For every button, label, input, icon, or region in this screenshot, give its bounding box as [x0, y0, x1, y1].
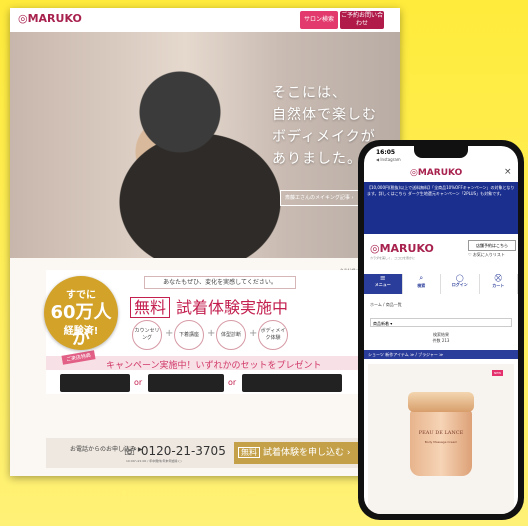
sort-select[interactable]: 商品新着 ▾	[370, 318, 512, 327]
phone-number-link[interactable]: ☏ 0120-21-3705	[122, 444, 226, 458]
breadcrumb[interactable]: ホーム / 商品一覧	[370, 302, 402, 308]
cart-icon: ⛒	[494, 274, 502, 282]
phone-screen: 16:05 ◀ Instagram ◎MARUKO × 【10,000円(税抜)…	[364, 146, 518, 514]
product-jar-lid	[408, 392, 474, 412]
site-header: ◎MARUKO サロン検索 ご予約お問い合わせ	[10, 8, 400, 32]
logo-tagline: カラダを美しく、ココロを豊かに	[370, 256, 416, 260]
store-reserve-button[interactable]: 店舗予約はこちら	[468, 240, 516, 251]
salon-search-button[interactable]: サロン検索	[300, 11, 338, 29]
or-label: or	[228, 378, 237, 387]
apply-trial-button[interactable]: 無料 試着体験を申し込む ›	[234, 442, 366, 464]
reserve-contact-button[interactable]: ご予約お問い合わせ	[340, 11, 384, 29]
gift-set-image	[60, 374, 130, 392]
step-counseling: カウンセリング	[132, 320, 162, 350]
nav-login[interactable]: ◯ ログイン	[441, 274, 480, 294]
product-card[interactable]: NEW PEAU DE LANCE Body Massage Cream	[368, 364, 514, 514]
search-icon: ⌕	[419, 274, 424, 282]
or-label: or	[134, 378, 143, 387]
close-icon[interactable]: ×	[504, 167, 512, 177]
new-badge: NEW	[492, 370, 504, 376]
step-body-check: 体型診断	[216, 320, 246, 350]
gift-set-image	[148, 374, 224, 392]
cta-footer: お電話からのお申し込み ▶ ☏ 0120-21-3705 10:00～21:00…	[46, 438, 386, 468]
product-brand: PEAU DE LANCE	[418, 430, 464, 436]
status-time: 16:05	[376, 149, 396, 156]
apply-trial-label: 試着体験を申し込む ›	[263, 448, 351, 458]
trial-heading: 無料 試着体験実施中	[130, 294, 288, 318]
back-to-app-link[interactable]: ◀ Instagram	[376, 157, 401, 162]
browser-tab-logo: ◎MARUKO	[410, 168, 463, 178]
experience-count-badge: すでに 60万人が 経験済!	[44, 276, 118, 350]
nav-search[interactable]: ⌕ 検索	[403, 274, 441, 294]
campaign-heading: キャンペーン実施中！いずれかのセットをプレゼント	[106, 361, 322, 371]
plus-icon: +	[165, 328, 174, 339]
user-icon: ◯	[455, 274, 464, 282]
hero-copy-line: 自然体で楽しむ	[272, 107, 377, 123]
maruko-logo[interactable]: ◎MARUKO	[18, 12, 82, 25]
trial-heading-text: 試着体験実施中	[176, 298, 289, 317]
nav-cart[interactable]: ⛒ カート	[480, 274, 518, 294]
mobile-nav: ≡ メニュー ⌕ 検索 ◯ ログイン ⛒ カート	[364, 274, 518, 294]
promo-banner[interactable]: 【10,000円(税抜)以上で送料無料】「全商品10%OFFキャンペーン」の対象…	[364, 182, 518, 234]
phone-notch	[414, 146, 468, 158]
search-result-count: 検索結果 件数 213	[432, 332, 450, 343]
favorites-link[interactable]: ♡ お気に入りリスト	[468, 252, 505, 258]
badge-line: 経験済!	[63, 326, 99, 337]
step-bodymake-trial: ボディメイク体験	[258, 320, 288, 350]
trial-tagline: あなたもぜひ、変化を実感してください。	[144, 276, 296, 289]
free-label: 無料	[238, 447, 260, 458]
free-label: 無料	[130, 297, 171, 318]
maruko-logo[interactable]: ◎MARUKO	[370, 242, 434, 255]
plus-icon: +	[249, 328, 258, 339]
step-lingerie-lecture: 下着講座	[174, 320, 204, 350]
nav-menu[interactable]: ≡ メニュー	[364, 274, 403, 294]
category-filter-bar[interactable]: ショーツ 新作アイテム ≫ / ブラジャー ≫	[364, 350, 518, 359]
hero-image: そこには、 自然体で楽しむ ボディメイクが ありました。 斎藤工さんのメイキング…	[10, 32, 400, 273]
product-subtitle: Body Massage Cream	[424, 440, 458, 444]
smartphone-frame: 16:05 ◀ Instagram ◎MARUKO × 【10,000円(税抜)…	[358, 140, 524, 520]
phone-hours: 10:00～21:00 / 年中無休(年末年始除く)	[126, 459, 182, 463]
desktop-page: ◎MARUKO サロン検索 ご予約お問い合わせ そこには、 自然体で楽しむ ボデ…	[10, 8, 400, 476]
gift-set-image	[242, 374, 342, 392]
hero-copy-line: そこには、	[272, 85, 347, 101]
menu-icon: ≡	[379, 274, 386, 282]
plus-icon: +	[207, 328, 216, 339]
